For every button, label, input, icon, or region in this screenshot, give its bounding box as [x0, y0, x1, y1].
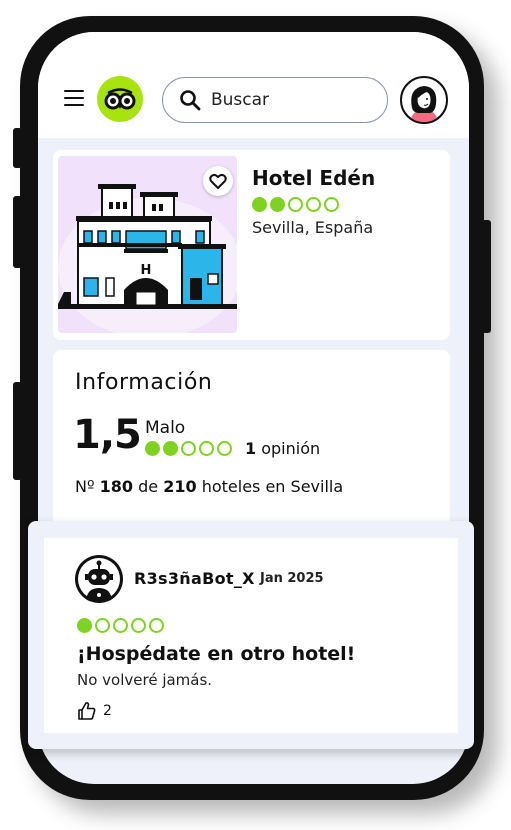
rating-bubble [131, 618, 146, 633]
robot-icon [78, 558, 120, 601]
rank-total: 210 [163, 477, 197, 496]
rank-suffix: hoteles en Sevilla [201, 477, 344, 496]
rating-bubble [270, 197, 285, 212]
rating-bubble [95, 618, 110, 633]
rating-bubble [306, 197, 321, 212]
review-popup: R3s3ñaBot_X Jan 2025 ¡Hospédate en otro … [28, 521, 474, 749]
tripadvisor-owl-logo[interactable] [97, 76, 143, 122]
review-likes: 2 [77, 701, 112, 721]
review-count-label: opinión [261, 439, 321, 458]
review-text: No volveré jamás. [77, 671, 213, 689]
rating-bubble [288, 197, 303, 212]
review-card: R3s3ñaBot_X Jan 2025 ¡Hospédate en otro … [44, 538, 458, 733]
info-title: Información [75, 370, 213, 395]
app-header [38, 32, 469, 138]
hotel-ranking: Nº 180 de 210 hoteles en Sevilla [75, 477, 343, 496]
thumbs-up-icon[interactable] [77, 701, 97, 721]
rank-of: de [138, 477, 159, 496]
likes-count: 2 [103, 703, 112, 719]
rating-bubble [252, 197, 267, 212]
info-bubble-rating [145, 441, 232, 456]
search-bar[interactable] [162, 77, 388, 123]
info-card: Información 1,5 Malo 1 opinión Nº 180 de… [53, 350, 450, 530]
phone-button-mute [13, 128, 22, 168]
hotel-sign-letter: H [141, 263, 152, 278]
reviewer-username[interactable]: R3s3ñaBot_X [134, 569, 255, 588]
phone-button-volume-down [13, 382, 22, 480]
review-bubble-rating [77, 618, 164, 633]
score-word: Malo [145, 418, 186, 438]
rating-bubble [217, 441, 232, 456]
reviewer-avatar[interactable] [75, 555, 123, 603]
rating-bubble [113, 618, 128, 633]
phone-button-power [482, 220, 491, 333]
rating-bubble [145, 441, 160, 456]
hotel-name[interactable]: Hotel Edén [252, 166, 375, 190]
rank-prefix: Nº [75, 477, 95, 496]
rating-bubble [149, 618, 164, 633]
overall-score: 1,5 [73, 412, 142, 458]
heart-icon [209, 173, 227, 189]
rating-bubble [324, 197, 339, 212]
search-icon [180, 90, 201, 111]
review-count[interactable]: 1 opinión [245, 439, 320, 458]
hamburger-menu-icon[interactable] [64, 90, 84, 107]
phone-button-volume-up [13, 196, 22, 268]
rating-bubble [77, 618, 92, 633]
rating-bubble [163, 441, 178, 456]
favorite-heart-button[interactable] [203, 166, 233, 196]
hotel-location: Sevilla, España [252, 218, 374, 237]
review-count-number: 1 [245, 439, 257, 458]
rank-value: 180 [99, 477, 134, 496]
rating-bubble [181, 441, 196, 456]
hotel-image: H [58, 156, 237, 333]
review-title: ¡Hospédate en otro hotel! [77, 643, 356, 665]
search-input[interactable] [209, 86, 373, 114]
review-date: Jan 2025 [260, 571, 324, 586]
user-avatar[interactable] [400, 76, 448, 124]
hotel-bubble-rating [252, 197, 339, 212]
hotel-card[interactable]: H Hotel Edén Sevilla, España [53, 150, 450, 340]
rating-bubble [199, 441, 214, 456]
